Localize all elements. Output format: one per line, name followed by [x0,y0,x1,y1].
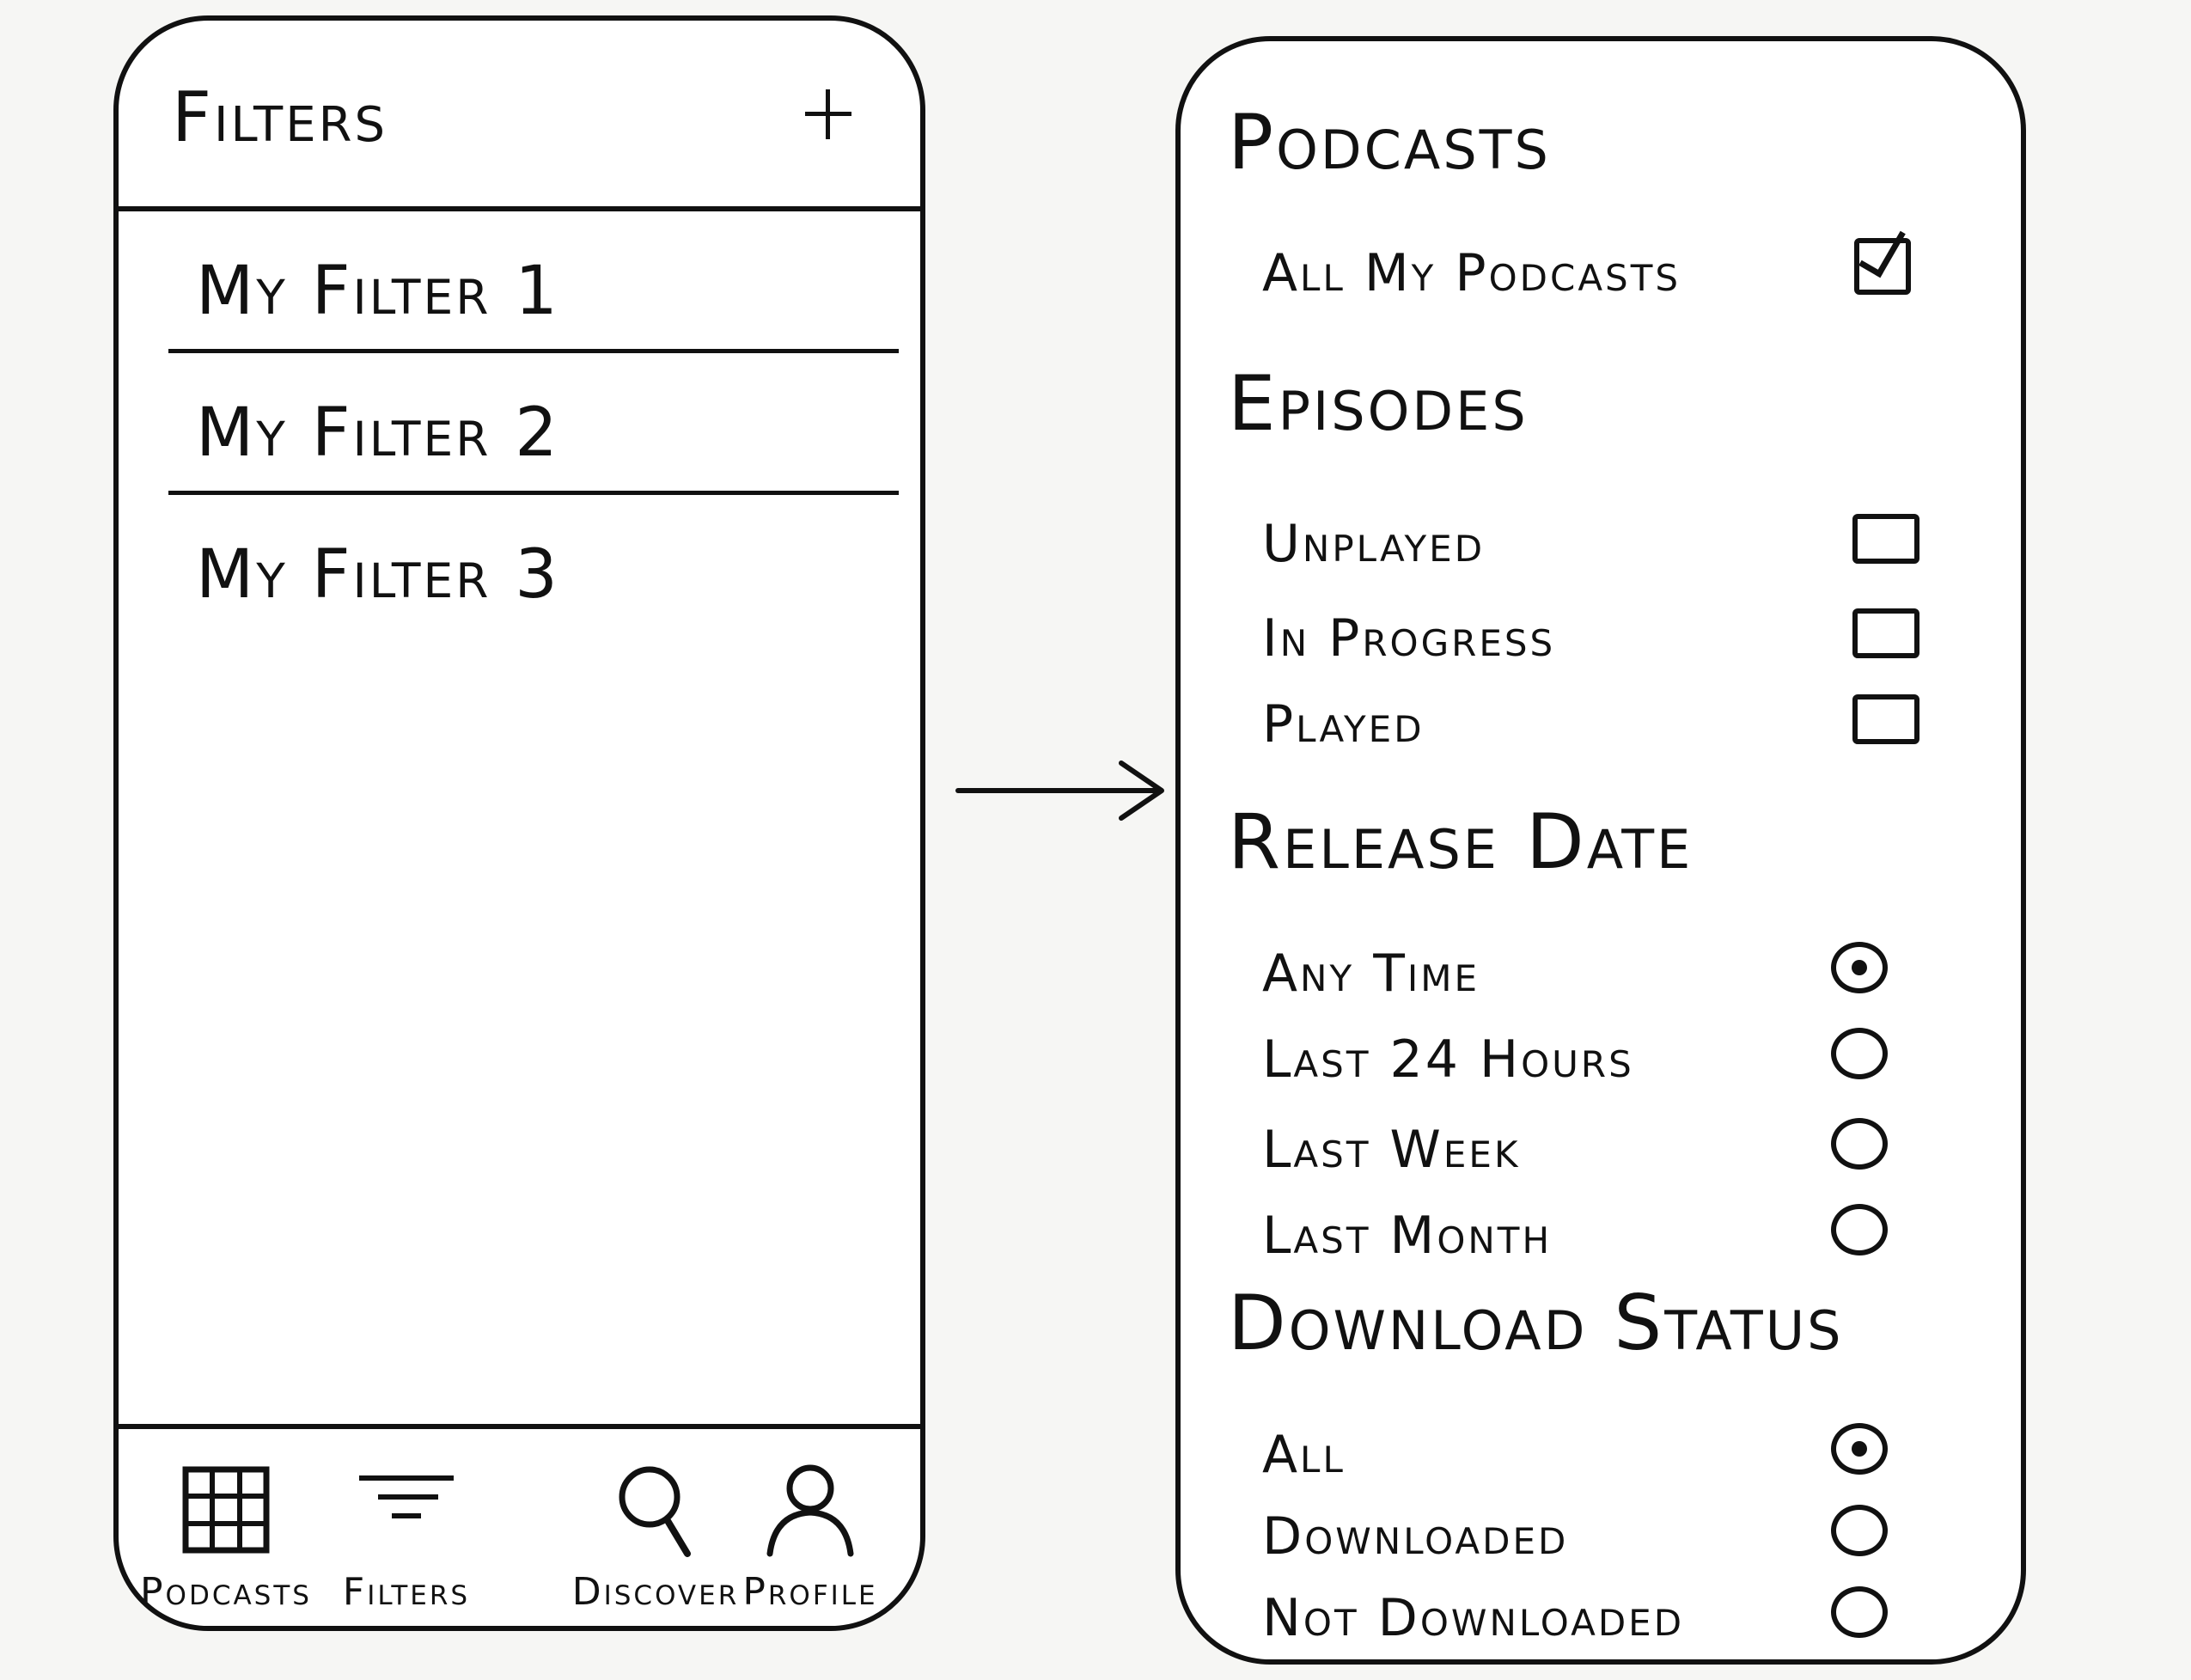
checkbox[interactable] [1852,514,1919,564]
tab-profile[interactable]: Profile [720,1463,900,1617]
tab-label: Profile [742,1570,878,1614]
option-label: Downloaded [1262,1506,1569,1567]
filters-screen: Filters My Filter 1 My Filter 2 My Filte… [113,15,925,1631]
tab-podcasts[interactable]: Podcasts [136,1463,316,1617]
option-label: Not Downloaded [1262,1588,1685,1648]
option-label: In Progress [1262,608,1556,669]
tab-label: Discover [571,1570,740,1614]
tab-bar: Podcasts Filters Discover Profile [119,1424,920,1626]
option-all[interactable]: All [1181,1416,2021,1494]
filters-header: Filters [119,21,920,211]
filter-item-label: My Filter 1 [196,253,560,330]
section-title-release-date: Release Date [1228,797,1694,886]
tab-filters[interactable]: Filters [316,1463,497,1617]
radio[interactable] [1831,1028,1888,1079]
option-last-24-hours[interactable]: Last 24 Hours [1181,1021,2021,1098]
option-last-week[interactable]: Last Week [1181,1111,2021,1188]
option-label: Last 24 Hours [1262,1029,1634,1090]
tab-discover[interactable]: Discover [565,1463,746,1617]
radio-selected[interactable] [1831,1423,1888,1475]
section-title-podcasts: Podcasts [1228,98,1551,186]
filter-item-label: My Filter 3 [196,536,560,614]
grid-icon [182,1466,270,1554]
checkbox[interactable] [1852,608,1919,658]
option-in-progress[interactable]: In Progress [1181,600,2021,677]
option-not-downloaded[interactable]: Not Downloaded [1181,1579,2021,1657]
section-title-download-status: Download Status [1228,1279,1844,1367]
checkbox-checked[interactable] [1854,238,1911,295]
option-played[interactable]: Played [1181,686,2021,763]
option-label: Any Time [1262,944,1480,1004]
page-title: Filters [172,77,388,157]
filter-options-screen: Podcasts All My Podcasts Episodes Unplay… [1175,36,2026,1665]
option-label: Played [1262,694,1425,754]
tab-bar-divider [119,1424,920,1429]
person-icon [766,1464,854,1557]
arrow-right-icon [955,761,1164,821]
option-any-time[interactable]: Any Time [1181,935,2021,1012]
radio[interactable] [1831,1505,1888,1556]
radio[interactable] [1831,1586,1888,1638]
add-filter-button[interactable] [798,84,858,144]
radio[interactable] [1831,1204,1888,1255]
filter-item[interactable]: My Filter 1 [119,211,920,353]
filter-lines-icon [359,1475,454,1518]
option-label: All [1262,1425,1346,1485]
filter-item-label: My Filter 2 [196,394,560,472]
option-downloaded[interactable]: Downloaded [1181,1498,2021,1575]
option-label: All My Podcasts [1262,243,1681,303]
radio[interactable] [1831,1118,1888,1170]
tab-label: Filters [342,1570,471,1614]
section-title-episodes: Episodes [1228,359,1529,448]
filter-list: My Filter 1 My Filter 2 My Filter 3 [119,211,920,637]
option-unplayed[interactable]: Unplayed [1181,505,2021,583]
option-label: Unplayed [1262,514,1486,574]
checkbox[interactable] [1852,694,1919,744]
tab-label: Podcasts [140,1570,312,1614]
radio-selected[interactable] [1831,942,1888,993]
search-icon [619,1466,691,1557]
option-last-month[interactable]: Last Month [1181,1197,2021,1274]
filter-item[interactable]: My Filter 3 [119,495,920,637]
option-label: Last Week [1262,1120,1521,1180]
filter-item[interactable]: My Filter 2 [119,353,920,495]
option-label: Last Month [1262,1206,1553,1266]
option-all-my-podcasts[interactable]: All My Podcasts [1181,235,2021,312]
